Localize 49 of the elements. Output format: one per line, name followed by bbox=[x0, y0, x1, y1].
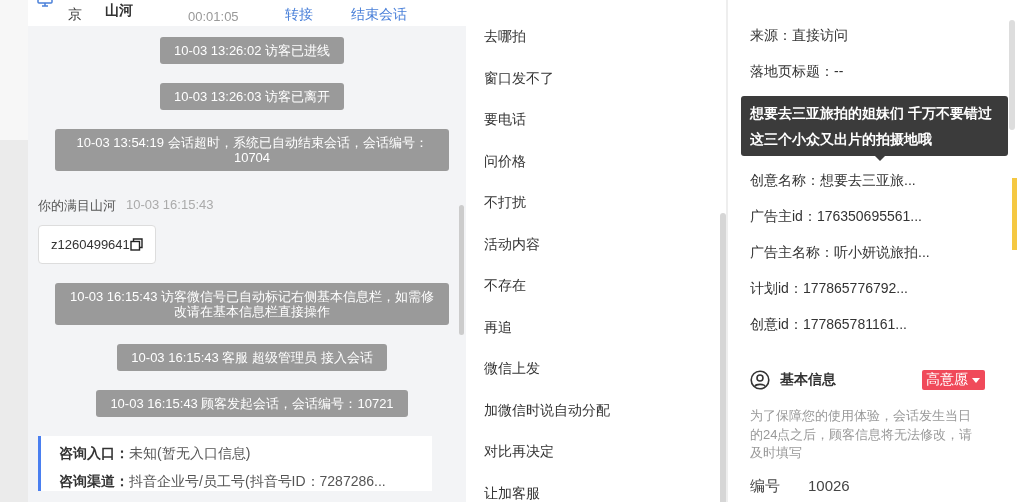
session-timer: 00:01:05 bbox=[188, 9, 239, 24]
intent-dropdown[interactable]: 高意愿 bbox=[922, 370, 985, 390]
quick-reply-item[interactable]: 活动内容 bbox=[466, 223, 540, 265]
system-notice: 10-03 13:26:02 访客已进线 bbox=[159, 37, 345, 64]
info-field: 广告主名称：听小妍说旅拍... bbox=[750, 234, 1019, 270]
notice-text: 为了保障您的使用体验，会话发生当日的24点之后，顾客信息将无法修改，请及时填写 bbox=[750, 407, 974, 462]
info-line: 咨询渠道：抖音企业号/员工号(抖音号ID：7287286... bbox=[59, 473, 387, 491]
visitor-location: 京 bbox=[68, 6, 82, 24]
quick-reply-item[interactable]: 窗口发不了 bbox=[466, 57, 554, 99]
tooltip-arrow-icon bbox=[874, 156, 885, 161]
info-field: 广告主id：176350695561... bbox=[750, 198, 1019, 234]
transfer-link[interactable]: 转接 bbox=[284, 6, 313, 24]
quick-reply-item[interactable]: 再追 bbox=[466, 306, 512, 348]
message-time: 10-03 16:15:43 bbox=[126, 197, 214, 214]
tooltip: 想要去三亚旅拍的姐妹们 千万不要错过这三个小众又出片的拍摄地哦 bbox=[741, 96, 1008, 161]
quick-reply-item[interactable]: 让加客服 bbox=[466, 472, 540, 502]
quick-reply-item[interactable]: 加微信时说自动分配 bbox=[466, 389, 610, 431]
scrollbar[interactable] bbox=[459, 205, 464, 335]
system-notice: 10-03 16:15:43 客服 超级管理员 接入会话 bbox=[117, 344, 387, 371]
info-field: 落地页标题：-- bbox=[750, 53, 1019, 89]
quick-reply-item[interactable]: 问价格 bbox=[466, 140, 526, 182]
quick-reply-item[interactable]: 要电话 bbox=[466, 99, 526, 141]
info-field: 计划id：177865776792... bbox=[750, 270, 1019, 306]
info-field: 创意名称：想要去三亚旅... bbox=[750, 162, 1019, 198]
info-line: 咨询入口：未知(暂无入口信息) bbox=[59, 445, 252, 463]
visitor-name: 山河 bbox=[105, 2, 133, 20]
end-session-link[interactable]: 结束会话 bbox=[350, 6, 407, 24]
message-text: z1260499641 bbox=[51, 237, 130, 252]
quick-reply-item[interactable]: 不打扰 bbox=[466, 182, 526, 224]
info-field: 创意id：177865781161... bbox=[750, 306, 1019, 342]
system-notice: 10-03 16:15:43 顾客发起会话，会话编号：10721 bbox=[96, 390, 408, 417]
section-title: 基本信息 bbox=[780, 371, 837, 389]
system-notice: 10-03 13:54:19 会话超时，系统已自动结束会话，会话编号：10704 bbox=[55, 129, 449, 171]
copy-icon[interactable] bbox=[129, 238, 143, 251]
field-value: 10026 bbox=[808, 476, 850, 496]
caret-icon bbox=[972, 377, 980, 383]
scrollbar[interactable] bbox=[720, 213, 726, 502]
user-icon bbox=[750, 370, 770, 390]
quick-reply-item[interactable]: 对比再决定 bbox=[466, 431, 554, 473]
system-notice: 10-03 16:15:43 访客微信号已自动标记右侧基本信息栏，如需修改请在基本信息栏直接操作 bbox=[55, 283, 449, 325]
system-notice: 10-03 13:26:03 访客已离开 bbox=[159, 83, 345, 110]
scrollbar[interactable] bbox=[1009, 20, 1015, 130]
quick-reply-item[interactable]: 不存在 bbox=[466, 265, 526, 307]
info-field: 来源：直接访问 bbox=[750, 17, 1019, 53]
side-tab[interactable] bbox=[1012, 178, 1017, 250]
quick-reply-item[interactable]: 微信上发 bbox=[466, 348, 540, 390]
sender-name: 你的满目山河 bbox=[38, 197, 116, 215]
quick-reply-item[interactable]: 去哪拍 bbox=[466, 16, 526, 58]
field-label: 编号 bbox=[750, 476, 781, 496]
